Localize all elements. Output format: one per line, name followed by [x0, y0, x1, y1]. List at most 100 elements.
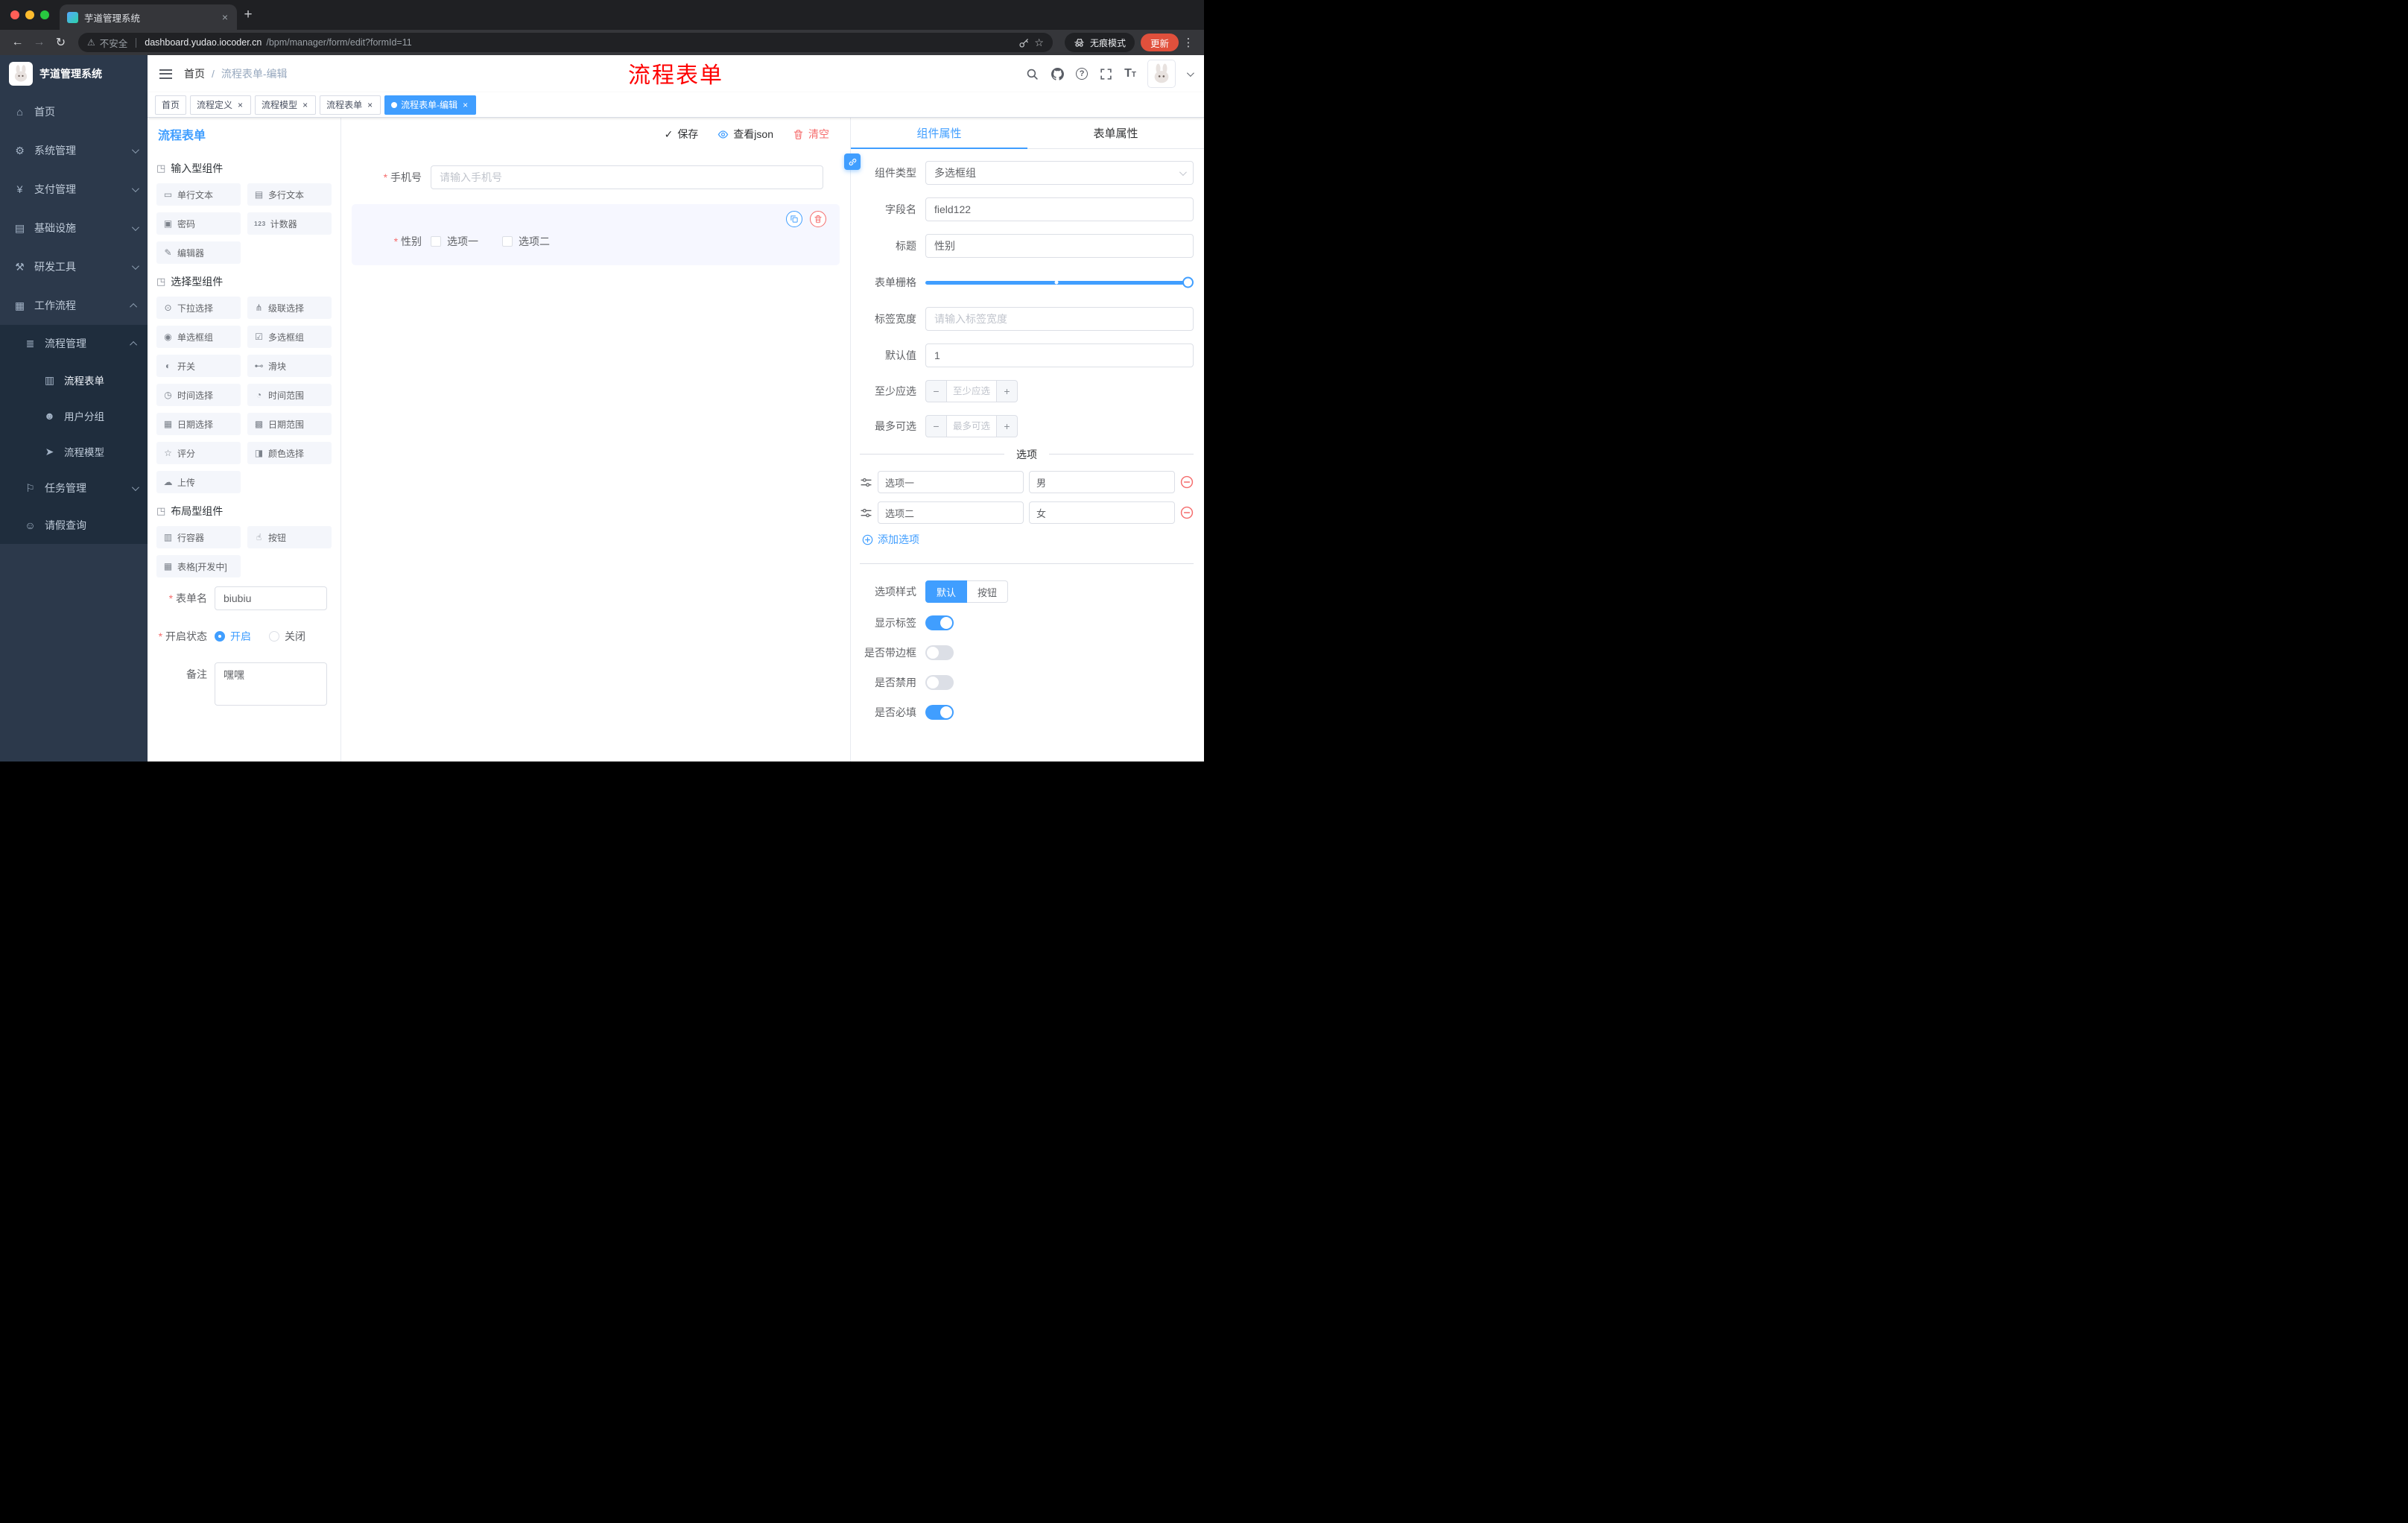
font-size-icon[interactable]: TT — [1124, 68, 1136, 80]
option-2-value-input[interactable] — [1029, 501, 1175, 524]
palette-item-cascader[interactable]: ⋔ 级联选择 — [247, 297, 332, 319]
sidebar-item-devtools[interactable]: ⚒ 研发工具 — [0, 247, 148, 286]
palette-item-radio-group[interactable]: ◉ 单选框组 — [156, 326, 241, 348]
minus-button[interactable]: − — [925, 380, 946, 402]
hamburger-icon[interactable] — [159, 69, 172, 79]
palette-item-date-range[interactable]: ▩ 日期范围 — [247, 413, 332, 435]
search-icon[interactable] — [1025, 67, 1039, 81]
close-icon[interactable]: × — [461, 100, 469, 110]
forward-button[interactable]: → — [29, 33, 49, 53]
label-width-input[interactable] — [925, 307, 1194, 331]
sidebar-item-system[interactable]: ⚙ 系统管理 — [0, 131, 148, 170]
github-icon[interactable] — [1051, 67, 1065, 81]
key-icon[interactable] — [1018, 37, 1030, 48]
tab-close-icon[interactable]: × — [221, 11, 229, 23]
back-button[interactable]: ← — [7, 33, 28, 53]
tab-component-props[interactable]: 组件属性 — [851, 118, 1027, 149]
browser-update-button[interactable]: 更新 — [1140, 34, 1179, 51]
plus-button[interactable]: + — [997, 380, 1018, 402]
palette-item-time-range[interactable]: ◔ 时间范围 — [247, 384, 332, 406]
bookmark-star-icon[interactable]: ☆ — [1034, 37, 1044, 49]
disabled-toggle[interactable] — [925, 675, 954, 690]
sidebar-item-process-management[interactable]: ≣ 流程管理 — [0, 325, 148, 362]
fullscreen-icon[interactable] — [1099, 67, 1113, 81]
palette-item-multi-line-text[interactable]: ▤ 多行文本 — [247, 183, 332, 206]
palette-item-upload[interactable]: ☁ 上传 — [156, 471, 241, 493]
palette-item-switch[interactable]: ◐ 开关 — [156, 355, 241, 377]
duplicate-field-button[interactable] — [786, 211, 802, 227]
tag-process-form[interactable]: 流程表单 × — [320, 95, 381, 115]
palette-item-single-line-text[interactable]: ▭ 单行文本 — [156, 183, 241, 206]
new-tab-button[interactable]: + — [237, 7, 259, 23]
palette-item-rate[interactable]: ☆ 评分 — [156, 442, 241, 464]
minus-button[interactable]: − — [925, 415, 946, 437]
palette-item-time-picker[interactable]: ◷ 时间选择 — [156, 384, 241, 406]
required-toggle[interactable] — [925, 705, 954, 720]
tag-process-definition[interactable]: 流程定义 × — [190, 95, 252, 115]
status-radio-on[interactable]: 开启 — [215, 629, 251, 644]
minimize-window-button[interactable] — [25, 10, 34, 19]
phone-input[interactable] — [431, 165, 823, 189]
palette-item-color-picker[interactable]: ◨ 颜色选择 — [247, 442, 332, 464]
show-label-toggle[interactable] — [925, 615, 954, 630]
tag-process-model[interactable]: 流程模型 × — [255, 95, 317, 115]
add-option-button[interactable]: 添加选项 — [862, 532, 1194, 547]
sidebar-item-user-group[interactable]: ☻ 用户分组 — [0, 398, 148, 434]
gender-option-2-checkbox[interactable]: 选项二 — [502, 234, 550, 249]
delete-field-button[interactable] — [810, 211, 826, 227]
save-button[interactable]: ✓ 保存 — [665, 127, 699, 142]
canvas-field-phone[interactable]: 手机号 — [352, 159, 840, 195]
palette-item-password[interactable]: ▣ 密码 — [156, 212, 241, 235]
min-select-input[interactable] — [946, 380, 997, 402]
remove-option-icon[interactable] — [1180, 506, 1194, 519]
view-json-button[interactable]: 查看json — [717, 127, 773, 142]
sidebar-item-infrastructure[interactable]: ▤ 基础设施 — [0, 209, 148, 247]
breadcrumb-home[interactable]: 首页 — [184, 66, 205, 81]
zoom-window-button[interactable] — [40, 10, 49, 19]
palette-item-editor[interactable]: ✎ 编辑器 — [156, 241, 241, 264]
palette-item-checkbox-group[interactable]: ☑ 多选框组 — [247, 326, 332, 348]
sidebar-item-process-model[interactable]: ➤ 流程模型 — [0, 434, 148, 469]
canvas-field-gender-selected[interactable]: 性别 选项一 选项二 — [352, 204, 840, 265]
remove-option-icon[interactable] — [1180, 475, 1194, 489]
avatar[interactable] — [1147, 60, 1176, 88]
tab-form-props[interactable]: 表单属性 — [1027, 118, 1204, 148]
sidebar-item-payment[interactable]: ¥ 支付管理 — [0, 170, 148, 209]
close-icon[interactable]: × — [301, 100, 309, 110]
close-icon[interactable]: × — [366, 100, 374, 110]
form-remark-textarea[interactable]: 嘿嘿 — [215, 662, 327, 706]
drag-handle-icon[interactable] — [860, 507, 872, 519]
help-icon[interactable]: ? — [1076, 68, 1089, 80]
option-1-value-input[interactable] — [1029, 471, 1175, 493]
palette-item-row-container[interactable]: ▥ 行容器 — [156, 526, 241, 548]
with-border-toggle[interactable] — [925, 645, 954, 660]
grid-slider[interactable] — [925, 270, 1194, 294]
address-bar[interactable]: ⚠ 不安全 dashboard.yudao.iocoder.cn/bpm/man… — [78, 33, 1053, 52]
gender-option-1-checkbox[interactable]: 选项一 — [431, 234, 478, 249]
palette-item-table[interactable]: ▦ 表格[开发中] — [156, 555, 241, 577]
sidebar-item-leave-query[interactable]: ☺ 请假查询 — [0, 507, 148, 544]
field-name-input[interactable] — [925, 197, 1194, 221]
close-window-button[interactable] — [10, 10, 19, 19]
palette-item-button[interactable]: ☝ 按钮 — [247, 526, 332, 548]
close-icon[interactable]: × — [236, 100, 244, 110]
drag-handle-icon[interactable] — [860, 476, 872, 489]
tag-process-form-edit[interactable]: 流程表单-编辑 × — [384, 95, 477, 115]
style-default-button[interactable]: 默认 — [925, 580, 968, 603]
sidebar-logo[interactable]: 芋道管理系统 — [0, 55, 148, 92]
reload-button[interactable]: ↻ — [51, 33, 71, 53]
option-2-name-input[interactable] — [878, 501, 1024, 524]
form-name-input[interactable] — [215, 586, 327, 610]
slider-handle[interactable] — [1182, 276, 1194, 288]
plus-button[interactable]: + — [997, 415, 1018, 437]
title-input[interactable] — [925, 234, 1194, 258]
component-type-select[interactable]: 多选框组 — [925, 161, 1194, 185]
default-value-input[interactable] — [925, 343, 1194, 367]
style-button-button[interactable]: 按钮 — [967, 580, 1009, 603]
palette-item-date-picker[interactable]: ▦ 日期选择 — [156, 413, 241, 435]
tag-home[interactable]: 首页 — [155, 95, 187, 115]
max-select-input[interactable] — [946, 415, 997, 437]
clear-button[interactable]: 清空 — [793, 127, 829, 142]
sidebar-item-home[interactable]: ⌂ 首页 — [0, 92, 148, 131]
palette-item-select[interactable]: ⊙ 下拉选择 — [156, 297, 241, 319]
